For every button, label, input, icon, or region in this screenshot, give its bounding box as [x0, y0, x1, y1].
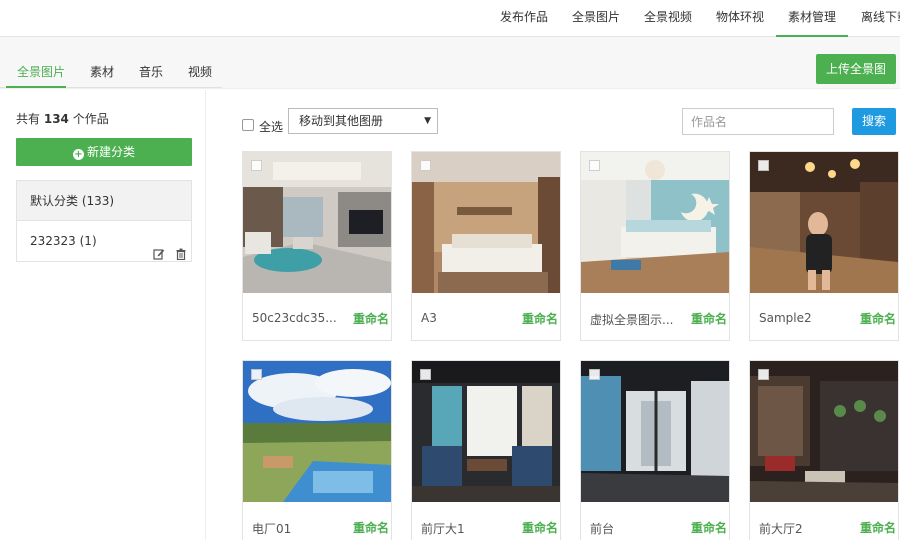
- rename-button[interactable]: 重命名: [522, 519, 558, 536]
- card-checkbox[interactable]: [420, 369, 431, 380]
- thumbnail-front-hall-1[interactable]: [412, 361, 560, 502]
- card-name: 50c23cdc35...: [252, 311, 337, 325]
- edit-icon[interactable]: [153, 236, 165, 260]
- card-name: 前大厅2: [759, 522, 803, 536]
- work-card[interactable]: 虚拟全景图示... 重命名: [580, 151, 730, 341]
- work-card[interactable]: A3 重命名: [411, 151, 561, 341]
- card-name: 电厂01: [252, 522, 292, 536]
- card-checkbox[interactable]: [589, 160, 600, 171]
- works-count: 共有 134 个作品: [16, 110, 109, 127]
- card-name: 虚拟全景图示...: [590, 313, 674, 327]
- trash-icon[interactable]: [175, 236, 187, 260]
- card-name: 前台: [590, 522, 615, 536]
- active-tab-underline: [6, 86, 66, 88]
- card-name: A3: [421, 311, 437, 325]
- thumbnail-living-room[interactable]: [243, 152, 391, 293]
- search-button[interactable]: 搜索: [852, 108, 896, 135]
- thumbnail-front-desk[interactable]: [581, 361, 729, 502]
- card-checkbox[interactable]: [420, 160, 431, 171]
- move-select-value: 移动到其他图册: [299, 114, 384, 128]
- card-name: 前厅大1: [421, 522, 465, 536]
- tab-materials[interactable]: 素材: [90, 63, 114, 80]
- new-category-button[interactable]: + 新建分类: [16, 138, 192, 166]
- tab-panorama-images[interactable]: 全景图片: [17, 63, 65, 80]
- nav-asset-management[interactable]: 素材管理: [776, 0, 848, 37]
- card-checkbox[interactable]: [589, 369, 600, 380]
- category-label: 232323 (1): [30, 234, 97, 248]
- count-value: 134: [43, 112, 69, 126]
- tab-video[interactable]: 视频: [188, 63, 212, 80]
- nav-offline-download[interactable]: 离线下载: [861, 0, 900, 37]
- work-card[interactable]: 前大厅2 重命名: [749, 360, 899, 540]
- thumbnail-bedroom-a3[interactable]: [412, 152, 560, 293]
- select-all-checkbox[interactable]: [242, 119, 254, 131]
- caret-down-icon: ▼: [424, 116, 431, 126]
- new-category-label: 新建分类: [86, 145, 135, 159]
- plus-circle-icon: +: [72, 149, 84, 160]
- upload-panorama-button[interactable]: 上传全景图: [816, 54, 896, 84]
- count-suffix: 个作品: [72, 112, 109, 126]
- top-nav: 发布作品 全景图片 全景视频 物体环视 素材管理 离线下载: [0, 0, 900, 37]
- work-card[interactable]: 前台 重命名: [580, 360, 730, 540]
- nav-panorama-images[interactable]: 全景图片: [572, 0, 620, 37]
- category-item-232323[interactable]: 232323 (1): [17, 221, 191, 261]
- nav-publish[interactable]: 发布作品: [500, 0, 548, 37]
- thumbnail-power-plant[interactable]: [243, 361, 391, 502]
- rename-button[interactable]: 重命名: [860, 310, 896, 327]
- category-sidebar: 共有 134 个作品 + 新建分类 默认分类 (133) 232323 (1): [0, 90, 206, 540]
- card-checkbox[interactable]: [758, 369, 769, 380]
- card-checkbox[interactable]: [251, 369, 262, 380]
- category-item-default[interactable]: 默认分类 (133): [17, 181, 191, 221]
- rename-button[interactable]: 重命名: [691, 310, 727, 327]
- select-all-label: 全选: [259, 120, 284, 134]
- count-prefix: 共有: [16, 112, 41, 126]
- card-name: Sample2: [759, 311, 812, 325]
- card-checkbox[interactable]: [251, 160, 262, 171]
- thumbnail-kids-bedroom[interactable]: [581, 152, 729, 293]
- card-checkbox[interactable]: [758, 160, 769, 171]
- nav-object-view[interactable]: 物体环视: [716, 0, 764, 37]
- rename-button[interactable]: 重命名: [691, 519, 727, 536]
- category-label: 默认分类 (133): [30, 194, 115, 208]
- sub-tab-bar: 全景图片 素材 音乐 视频: [0, 37, 900, 89]
- nav-panorama-video[interactable]: 全景视频: [644, 0, 692, 37]
- move-to-album-select[interactable]: 移动到其他图册 ▼: [288, 108, 438, 134]
- rename-button[interactable]: 重命名: [522, 310, 558, 327]
- work-card[interactable]: 50c23cdc35... 重命名: [242, 151, 392, 341]
- category-list: 默认分类 (133) 232323 (1): [16, 180, 192, 262]
- rename-button[interactable]: 重命名: [860, 519, 896, 536]
- work-card[interactable]: 前厅大1 重命名: [411, 360, 561, 540]
- rename-button[interactable]: 重命名: [353, 519, 389, 536]
- work-card[interactable]: 电厂01 重命名: [242, 360, 392, 540]
- work-card[interactable]: Sample2 重命名: [749, 151, 899, 341]
- thumbnail-sample2[interactable]: [750, 152, 898, 293]
- rename-button[interactable]: 重命名: [353, 310, 389, 327]
- search-input[interactable]: [682, 108, 834, 135]
- tab-music[interactable]: 音乐: [139, 63, 163, 80]
- thumbnail-front-lobby-2[interactable]: [750, 361, 898, 502]
